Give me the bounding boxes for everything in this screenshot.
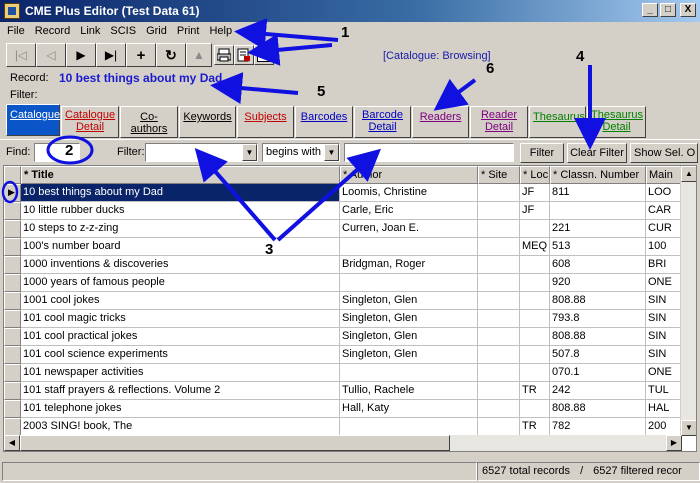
annotation-1: 1 (341, 24, 350, 41)
annotation-4: 4 (576, 48, 585, 65)
annotation-6: 6 (486, 60, 495, 77)
annotation-3: 3 (265, 241, 274, 258)
annotation-overlay (1, 18, 606, 242)
app-window: CME Plus Editor (Test Data 61) _ □ X Fil… (0, 0, 700, 483)
annotation-2: 2 (65, 142, 74, 159)
annotation-5: 5 (317, 83, 326, 100)
